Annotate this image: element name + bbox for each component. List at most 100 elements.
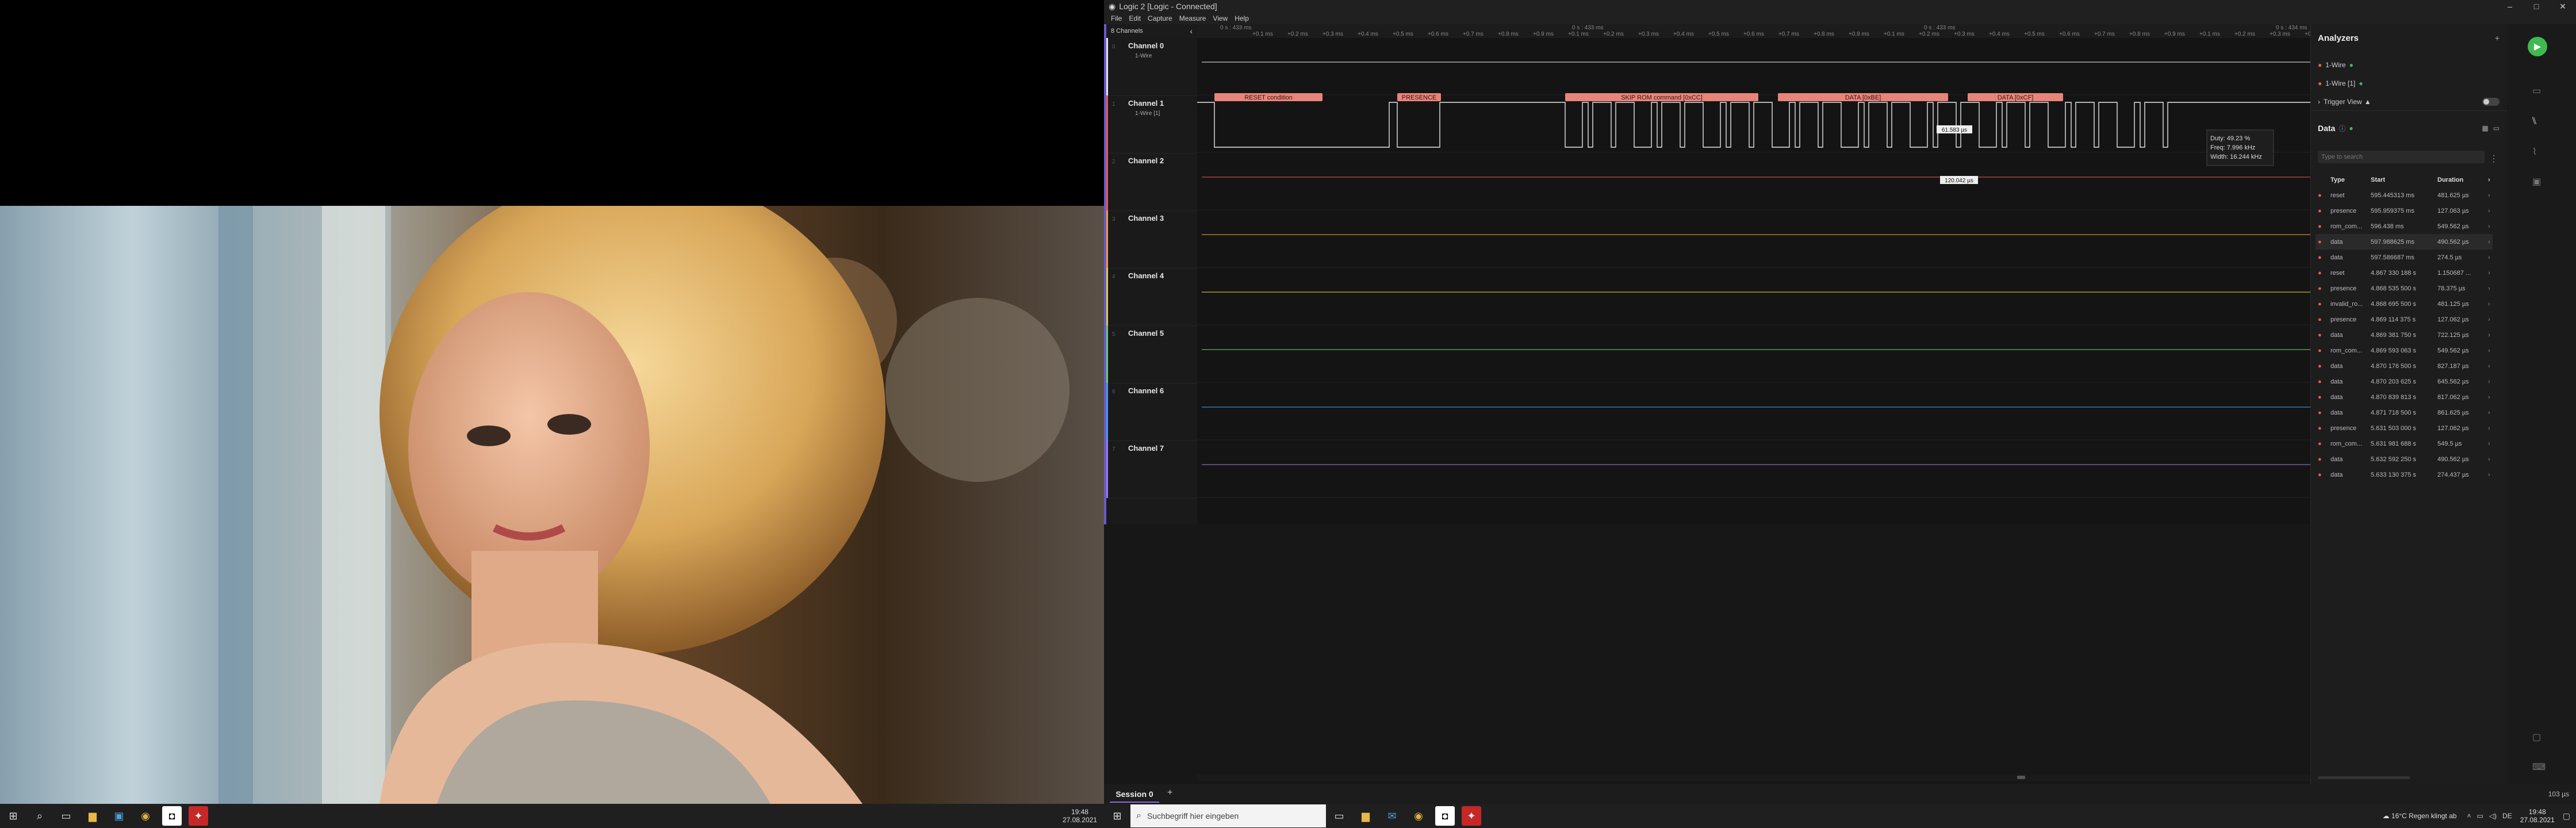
menu-measure[interactable]: Measure (1179, 14, 1206, 22)
table-row[interactable]: ● rom_com... 5.631 981 688 s 549.5 µs › (2316, 436, 2493, 451)
windows-start-icon[interactable]: ⊞ (1107, 806, 1127, 826)
measurements-tab-icon[interactable]: ⌇ (2532, 146, 2537, 158)
analyzer-item-1wire-1[interactable]: ● 1-Wire [1] ● (2318, 77, 2363, 90)
row-chevron-icon[interactable]: › (2486, 358, 2493, 374)
col-start[interactable]: Start (2368, 172, 2435, 187)
channel-row[interactable]: 7 Channel 7 (1106, 440, 1197, 499)
table-row[interactable]: ● presence 4.869 114 375 s 127.062 µs › (2316, 312, 2493, 327)
col-duration[interactable]: Duration (2435, 172, 2486, 187)
row-chevron-icon[interactable]: › (2486, 451, 2493, 467)
channel-name[interactable]: Channel 6 (1128, 386, 1164, 395)
channel-name[interactable]: Channel 4 (1128, 271, 1164, 280)
row-chevron-icon[interactable]: › (2486, 312, 2493, 327)
waveform-area[interactable]: RESET condition PRESENCE SKIP ROM command … (1197, 38, 2310, 524)
table-row[interactable]: ● data 4.869 381 750 s 722.125 µs › (2316, 327, 2493, 343)
taskbar-search[interactable]: ⌕ Suchbegriff hier eingeben (1130, 804, 1326, 827)
menu-help[interactable]: Help (1235, 14, 1249, 22)
waveform-svg[interactable]: RESET condition PRESENCE SKIP ROM command … (1197, 38, 2310, 524)
row-chevron-icon[interactable]: › (2486, 343, 2493, 358)
row-chevron-icon[interactable]: › (2486, 296, 2493, 312)
pdf-app-icon[interactable]: ✦ (189, 806, 208, 826)
notifications-icon[interactable]: ▢ (2563, 811, 2570, 821)
row-chevron-icon[interactable]: › (2486, 436, 2493, 451)
menu-capture[interactable]: Capture (1148, 14, 1172, 22)
terminal-view-icon[interactable]: ▭ (2493, 124, 2500, 132)
channel-row[interactable]: 1 Channel 1 1-Wire [1] (1106, 95, 1197, 154)
row-chevron-icon[interactable]: › (2486, 218, 2493, 234)
row-chevron-icon[interactable]: › (2486, 389, 2493, 405)
logic-app-icon[interactable]: ◘ (1435, 806, 1455, 826)
table-row[interactable]: ● invalid_ro... 4.868 695 500 s 481.125 µs › (2316, 296, 2493, 312)
channel-row[interactable]: 4 Channel 4 (1106, 268, 1197, 326)
table-view-icon[interactable]: ▦ (2482, 124, 2488, 132)
channel-name[interactable]: Channel 1 (1128, 99, 1164, 108)
sort-chevron-icon[interactable]: › (2486, 172, 2493, 187)
channel-row[interactable]: 5 Channel 5 (1106, 325, 1197, 384)
table-row[interactable]: ● data 4.870 176 500 s 827.187 µs › (2316, 358, 2493, 374)
channel-name[interactable]: Channel 0 (1128, 41, 1164, 50)
add-session-button[interactable]: + (1167, 788, 1172, 798)
row-chevron-icon[interactable]: › (2486, 374, 2493, 389)
logic-app-icon[interactable]: ◘ (162, 806, 182, 826)
maximize-button[interactable]: □ (2523, 2, 2550, 11)
tray-chevron-icon[interactable]: ˄ (2467, 812, 2471, 820)
table-row[interactable]: ● data 597.988625 ms 490.562 µs › (2316, 234, 2493, 250)
channel-row[interactable]: 6 Channel 6 (1106, 383, 1197, 441)
channel-row[interactable]: 3 Channel 3 (1106, 210, 1197, 269)
file-explorer-icon[interactable]: ▆ (83, 806, 102, 826)
table-row[interactable]: ● data 5.632 592 250 s 490.562 µs › (2316, 451, 2493, 467)
store-icon[interactable]: ▣ (109, 806, 129, 826)
row-chevron-icon[interactable]: › (2486, 187, 2493, 203)
windows-start-icon[interactable]: ⊞ (3, 806, 23, 826)
table-row[interactable]: ● data 4.870 839 813 s 817.062 µs › (2316, 389, 2493, 405)
tab-session-0[interactable]: Session 0 (1110, 787, 1159, 803)
row-chevron-icon[interactable]: › (2486, 420, 2493, 436)
extensions-tab-icon[interactable]: ▣ (2532, 176, 2541, 187)
volume-icon[interactable]: ◁) (2489, 812, 2497, 820)
keyboard-icon[interactable]: ⌨ (2532, 761, 2546, 773)
channel-name[interactable]: Channel 3 (1128, 214, 1164, 223)
trigger-view-toggle[interactable] (2482, 98, 2500, 106)
file-explorer-icon[interactable]: ▆ (1356, 806, 1375, 826)
feedback-icon[interactable]: ▢ (2532, 731, 2541, 743)
table-row[interactable]: ● reset 595.445313 ms 481.625 µs › (2316, 187, 2493, 203)
analyzer-item-1wire[interactable]: ● 1-Wire ● (2318, 59, 2353, 71)
table-row[interactable]: ● rom_com... 4.869 593 063 s 549.562 µs › (2316, 343, 2493, 358)
language-indicator[interactable]: DE (2502, 812, 2512, 820)
row-chevron-icon[interactable]: › (2486, 203, 2493, 218)
search-options-icon[interactable]: ⋮ (2489, 153, 2498, 164)
table-row[interactable]: ● data 597.586687 ms 274.5 µs › (2316, 250, 2493, 265)
channel-row[interactable]: 2 Channel 2 (1106, 153, 1197, 211)
weather-widget[interactable]: ☁ 16°C Regen klingt ab (2383, 812, 2457, 820)
table-row[interactable]: ● presence 4.868 535 500 s 78.375 µs › (2316, 281, 2493, 296)
table-row[interactable]: ● data 4.870 203 625 s 645.562 µs › (2316, 374, 2493, 389)
minimize-button[interactable]: – (2497, 2, 2523, 11)
mail-icon[interactable]: ✉ (1382, 806, 1402, 826)
close-button[interactable]: ✕ (2550, 2, 2576, 12)
expand-chevron-icon[interactable]: › (2318, 98, 2320, 106)
channel-name[interactable]: Channel 5 (1128, 329, 1164, 338)
row-chevron-icon[interactable]: › (2486, 250, 2493, 265)
table-row[interactable]: ● rom_com... 596.438 ms 549.562 µs › (2316, 218, 2493, 234)
row-chevron-icon[interactable]: › (2486, 327, 2493, 343)
table-row[interactable]: ● presence 5.631 503 000 s 127.062 µs › (2316, 420, 2493, 436)
chrome-icon[interactable]: ◉ (136, 806, 155, 826)
row-chevron-icon[interactable]: › (2486, 405, 2493, 420)
horizontal-scrollbar[interactable] (1197, 774, 2310, 781)
network-icon[interactable]: ▭ (2477, 812, 2483, 820)
menu-edit[interactable]: Edit (1129, 14, 1141, 22)
table-row[interactable]: ● data 4.871 718 500 s 861.625 µs › (2316, 405, 2493, 420)
table-row[interactable]: ● reset 4.867 330 188 s 1.150687 ... › (2316, 265, 2493, 281)
scrollbar-thumb[interactable] (2017, 776, 2025, 779)
right-clock[interactable]: 19:48 27.08.2021 (2520, 808, 2555, 824)
info-icon[interactable]: ⓘ (2339, 124, 2345, 133)
table-scrollbar[interactable] (2318, 776, 2410, 779)
channel-name[interactable]: Channel 2 (1128, 156, 1164, 165)
task-view-icon[interactable]: ▭ (1329, 806, 1349, 826)
data-search-input[interactable] (2318, 151, 2478, 163)
menu-file[interactable]: File (1111, 14, 1122, 22)
trigger-view-row[interactable]: › Trigger View ▲ (2318, 95, 2500, 108)
chrome-icon[interactable]: ◉ (1409, 806, 1428, 826)
row-chevron-icon[interactable]: › (2486, 265, 2493, 281)
col-type[interactable]: Type (2328, 172, 2368, 187)
